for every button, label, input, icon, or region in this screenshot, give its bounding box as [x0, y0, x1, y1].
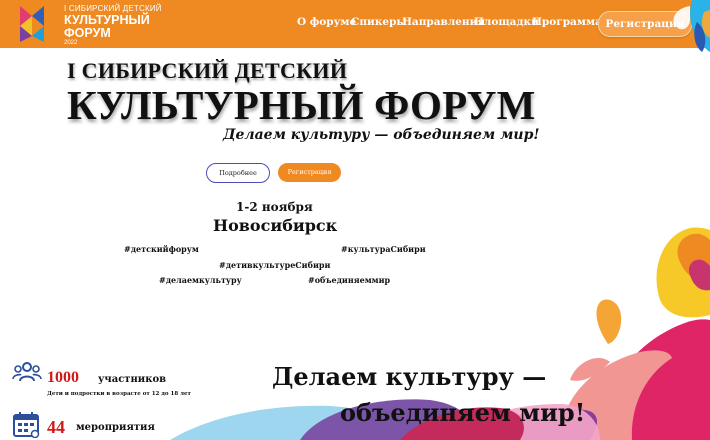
event-date: 1-2 ноября: [236, 200, 313, 214]
stat-participants-label: участников: [98, 374, 167, 385]
people-icon: [12, 362, 42, 382]
hero-register-button[interactable]: Регистрация: [278, 163, 341, 182]
hashtag-1[interactable]: #детскийфорум: [124, 244, 199, 254]
stat-participants-number: 1000: [47, 369, 79, 386]
section-slogan-line1: Делаем культуру —: [272, 362, 547, 391]
hashtag-5[interactable]: #объединяеммир: [308, 275, 390, 285]
stat-participants-sub: Дети и подростки в возрасте от 12 до 18 …: [47, 391, 191, 397]
event-city: Новосибирск: [213, 216, 338, 235]
hashtag-3[interactable]: #детивкультуреСибири: [219, 260, 330, 270]
section-slogan-line2: объединяем мир!: [340, 398, 586, 427]
hero-slogan: Делаем культуру — объединяем мир!: [223, 127, 540, 143]
hero-title-line2: КУЛЬТУРНЫЙ ФОРУМ: [67, 82, 536, 128]
more-button[interactable]: Подробнее: [206, 163, 270, 183]
calendar-icon: [13, 412, 40, 438]
stat-events-label: мероприятия: [76, 422, 155, 433]
stat-events-number: 44: [47, 417, 65, 437]
hashtag-2[interactable]: #культураСибири: [341, 244, 426, 254]
hashtag-4[interactable]: #делаемкультуру: [159, 275, 242, 285]
